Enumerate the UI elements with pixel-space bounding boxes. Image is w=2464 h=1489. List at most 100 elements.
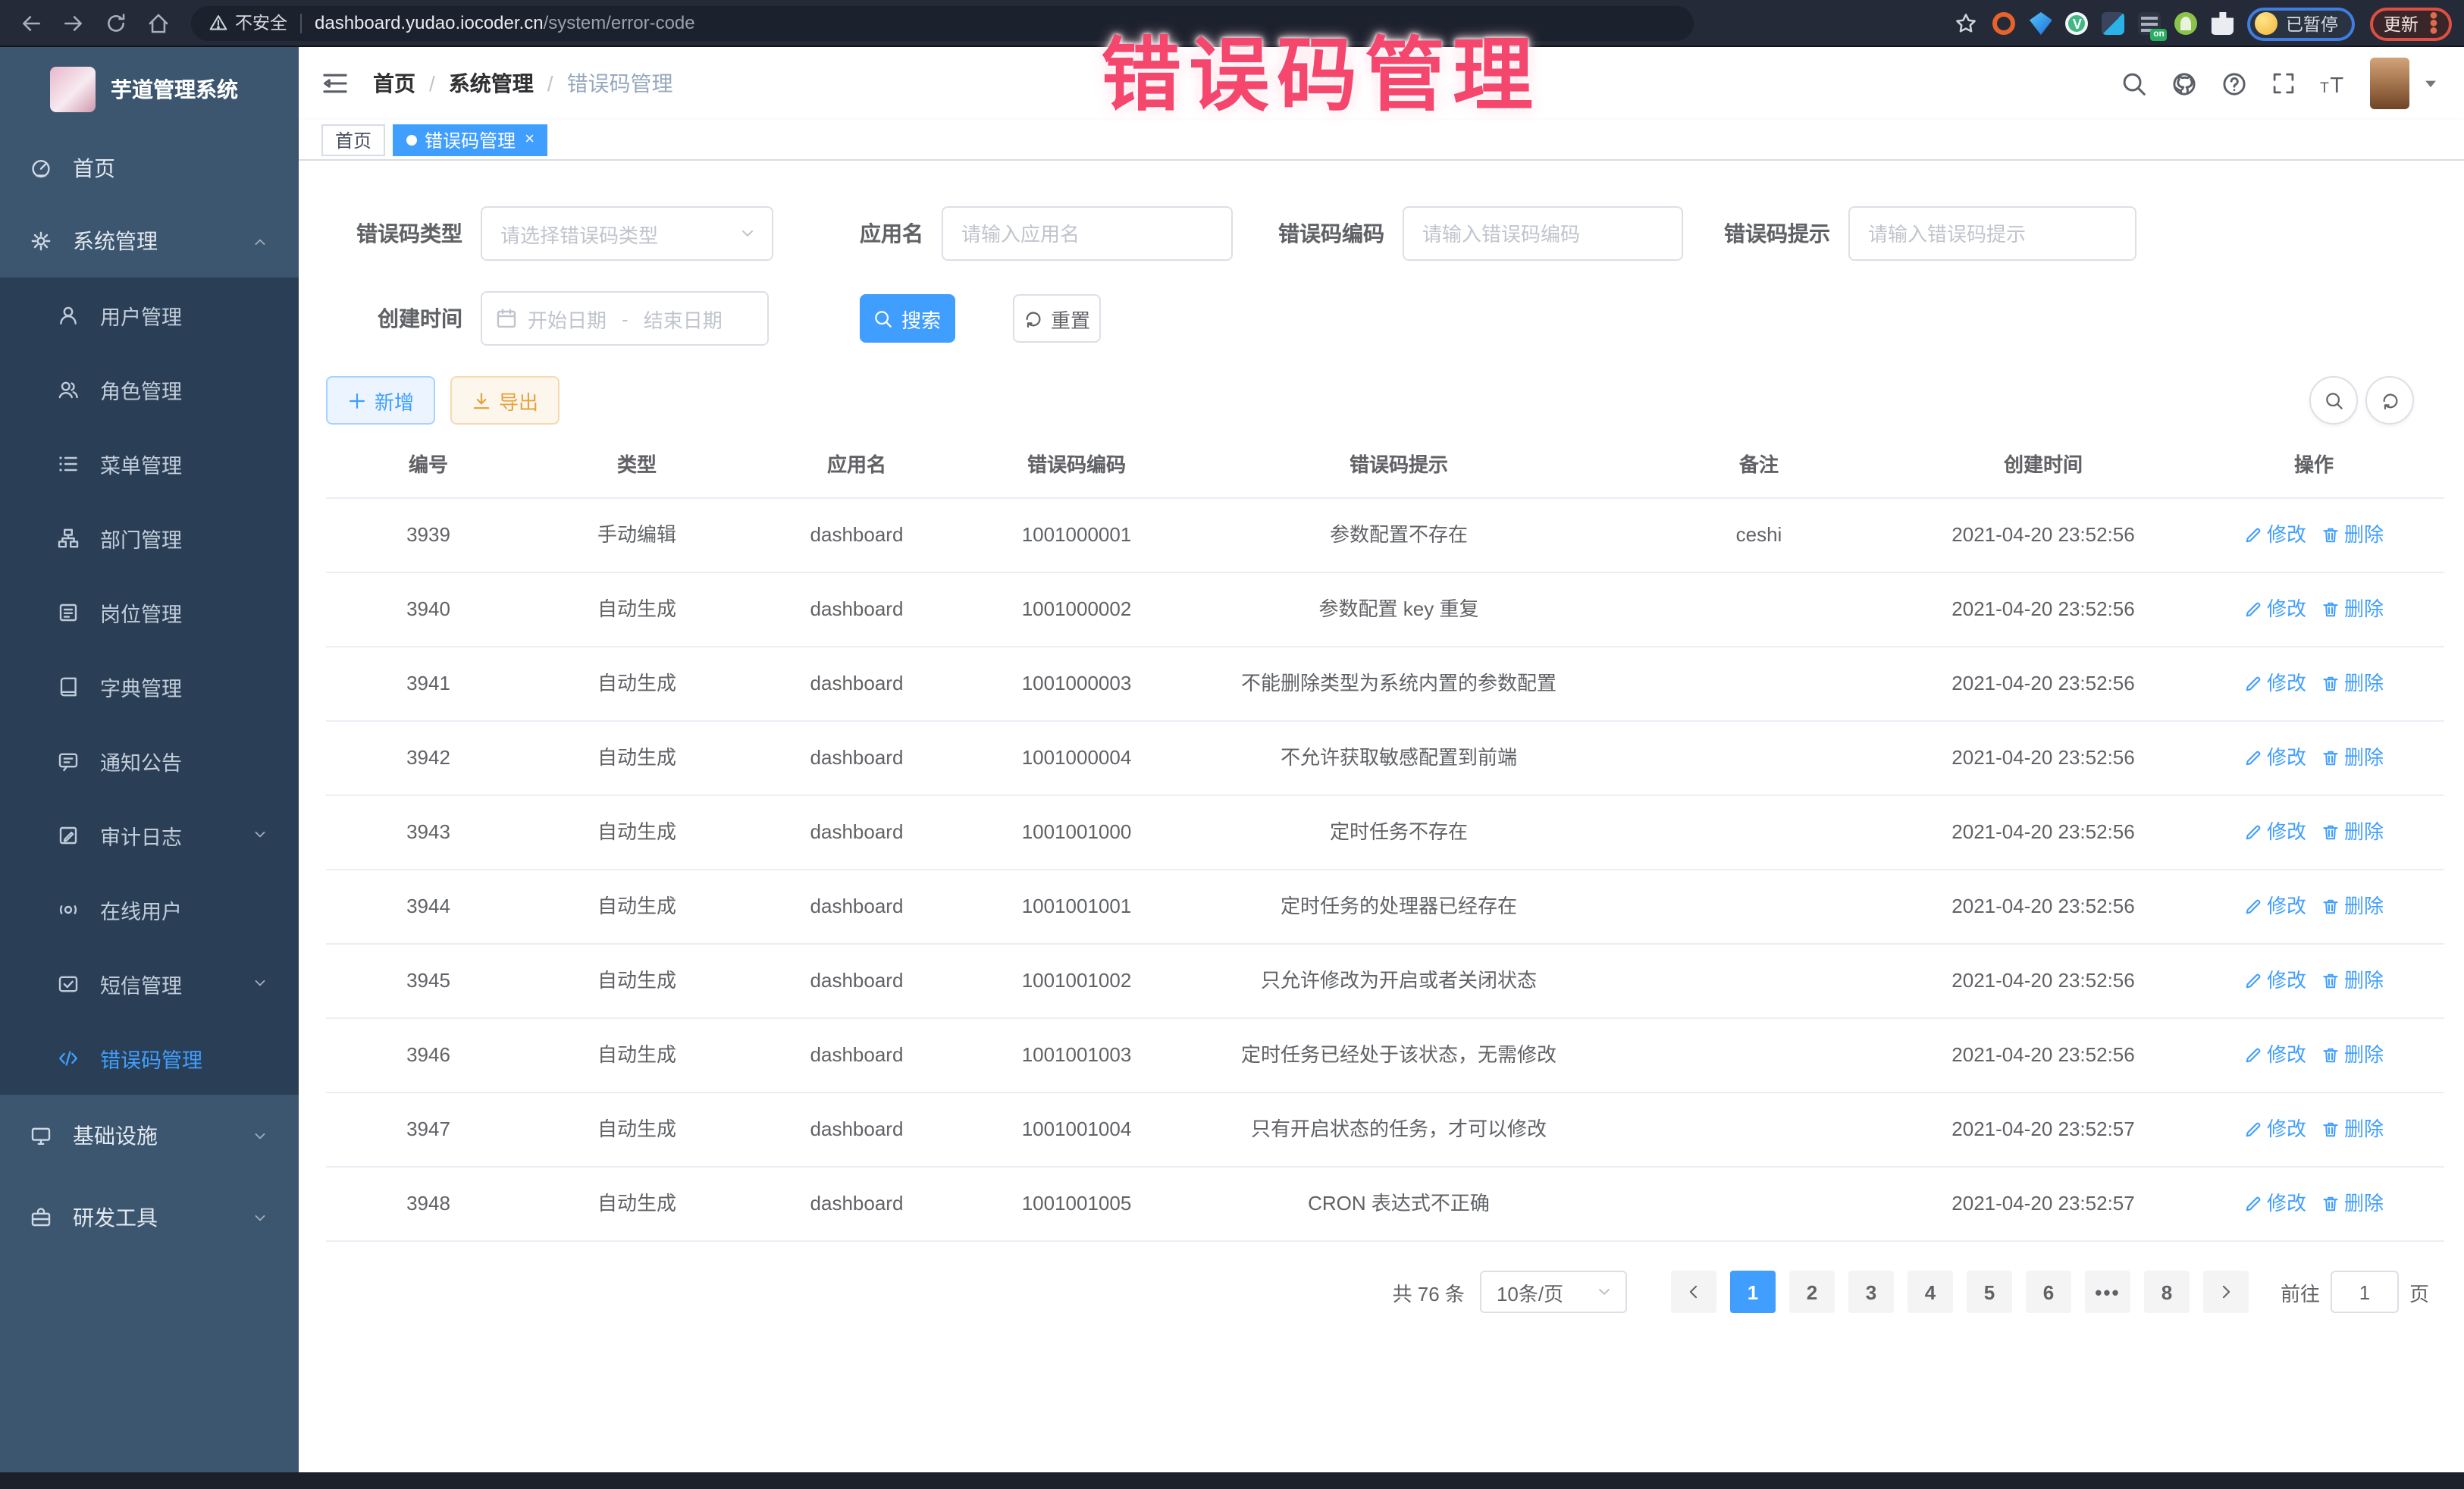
github-icon[interactable]: [2171, 71, 2197, 96]
filter-label-create-time: 创建时间: [326, 303, 462, 334]
forward-icon[interactable]: [62, 11, 85, 34]
docs-help-icon[interactable]: [2221, 71, 2247, 96]
browser-update-button[interactable]: 更新 ●●●: [2370, 7, 2452, 40]
delete-link[interactable]: 删除: [2321, 967, 2384, 995]
hide-search-button[interactable]: [2309, 376, 2358, 425]
cell-编号: 3940: [326, 573, 531, 646]
bookmark-star-icon[interactable]: [1955, 12, 1978, 35]
extensions-puzzle-icon[interactable]: [2212, 12, 2234, 35]
sidebar-item-部门管理[interactable]: 部门管理: [0, 500, 299, 575]
edit-link[interactable]: 修改: [2244, 1042, 2306, 1069]
delete-link[interactable]: 删除: [2321, 893, 2384, 920]
goto-page-input[interactable]: [2331, 1271, 2399, 1313]
error-type-select[interactable]: 请选择错误码类型: [481, 206, 773, 261]
tag-首页[interactable]: 首页: [321, 124, 385, 155]
delete-link[interactable]: 删除: [2321, 819, 2384, 846]
page-button-1[interactable]: 1: [1730, 1271, 1776, 1313]
fullscreen-icon[interactable]: [2271, 71, 2296, 96]
more-pages-button[interactable]: •••: [2085, 1271, 2130, 1313]
delete-link[interactable]: 删除: [2321, 1190, 2384, 1218]
edit-link[interactable]: 修改: [2244, 522, 2306, 549]
breadcrumb-item-系统管理[interactable]: 系统管理: [449, 68, 534, 99]
date-range-picker[interactable]: 开始日期 - 结束日期: [481, 291, 769, 346]
edit-link[interactable]: 修改: [2244, 1190, 2306, 1218]
breadcrumb-item-首页[interactable]: 首页: [373, 68, 415, 99]
extension-gem-icon[interactable]: [2030, 12, 2052, 35]
extension-list-icon[interactable]: on: [2139, 12, 2161, 35]
search-button[interactable]: 搜索: [860, 294, 955, 343]
sidebar-item-研发工具[interactable]: 研发工具: [0, 1177, 299, 1259]
sidebar-fold-icon[interactable]: [321, 70, 349, 97]
sidebar-item-用户管理[interactable]: 用户管理: [0, 277, 299, 352]
sidebar-item-在线用户[interactable]: 在线用户: [0, 872, 299, 946]
edit-link[interactable]: 修改: [2244, 1116, 2306, 1143]
sidebar-item-通知公告[interactable]: 通知公告: [0, 723, 299, 798]
error-code-input[interactable]: [1403, 206, 1683, 261]
edit-link[interactable]: 修改: [2244, 670, 2306, 697]
sidebar-item-菜单管理[interactable]: 菜单管理: [0, 426, 299, 500]
edit-link[interactable]: 修改: [2244, 596, 2306, 623]
page-button-8[interactable]: 8: [2144, 1271, 2190, 1313]
next-page-button[interactable]: [2203, 1271, 2249, 1313]
delete-link[interactable]: 删除: [2321, 670, 2384, 697]
error-msg-input[interactable]: [1848, 206, 2136, 261]
user-avatar[interactable]: [2370, 58, 2409, 109]
sidebar-item-错误码管理[interactable]: 错误码管理: [0, 1020, 299, 1095]
edit-link[interactable]: 修改: [2244, 967, 2306, 995]
refresh-table-button[interactable]: [2365, 376, 2414, 425]
address-bar[interactable]: 不安全 dashboard.yudao.iocoder.cn /system/e…: [191, 5, 1694, 40]
edit-link[interactable]: 修改: [2244, 819, 2306, 846]
extension-key-icon[interactable]: [2175, 12, 2198, 35]
reset-button[interactable]: 重置: [1013, 294, 1101, 343]
cell-编号: 3945: [326, 945, 531, 1017]
cell-备注: [1615, 884, 1903, 929]
add-button[interactable]: 新增: [326, 376, 435, 425]
export-button[interactable]: 导出: [450, 376, 560, 425]
sidebar-item-角色管理[interactable]: 角色管理: [0, 352, 299, 426]
sidebar-item-审计日志[interactable]: 审计日志: [0, 798, 299, 872]
sidebar-item-字典管理[interactable]: 字典管理: [0, 649, 299, 723]
chevron-down-icon: [252, 975, 268, 992]
page-size-select[interactable]: 10条/页: [1480, 1271, 1627, 1313]
edit-link[interactable]: 修改: [2244, 744, 2306, 772]
delete-link[interactable]: 删除: [2321, 1116, 2384, 1143]
edit-link[interactable]: 修改: [2244, 893, 2306, 920]
sidebar-item-首页[interactable]: 首页: [0, 132, 299, 205]
delete-link[interactable]: 删除: [2321, 744, 2384, 772]
home-icon[interactable]: [147, 11, 170, 34]
page-button-6[interactable]: 6: [2026, 1271, 2071, 1313]
close-icon[interactable]: ×: [525, 131, 534, 148]
extension-vue-icon[interactable]: V: [2066, 12, 2089, 35]
paused-profile-chip[interactable]: 已暂停: [2248, 7, 2355, 40]
extension-grid-icon[interactable]: [2102, 12, 2125, 35]
page-button-5[interactable]: 5: [1967, 1271, 2012, 1313]
sidebar-item-岗位管理[interactable]: 岗位管理: [0, 575, 299, 649]
delete-link[interactable]: 删除: [2321, 522, 2384, 549]
cell-备注: [1615, 735, 1903, 781]
kebab-menu-icon[interactable]: ●●●: [2429, 12, 2438, 35]
page-button-2[interactable]: 2: [1789, 1271, 1835, 1313]
page-button-4[interactable]: 4: [1908, 1271, 1953, 1313]
sidebar-item-label: 首页: [73, 153, 115, 183]
delete-link[interactable]: 删除: [2321, 1042, 2384, 1069]
trash-icon: [2321, 749, 2340, 767]
font-size-icon[interactable]: TT: [2320, 71, 2346, 96]
sidebar-item-系统管理[interactable]: 系统管理: [0, 205, 299, 277]
app-name-input[interactable]: [942, 206, 1233, 261]
cell-备注: [1615, 661, 1903, 707]
infrastructure-icon: [30, 1125, 52, 1146]
back-icon[interactable]: [20, 11, 42, 34]
app-logo[interactable]: 芋道管理系统: [0, 47, 299, 132]
trash-icon: [2321, 823, 2340, 842]
prev-page-button[interactable]: [1671, 1271, 1716, 1313]
reload-icon[interactable]: [105, 11, 127, 34]
header-search-icon[interactable]: [2121, 71, 2147, 96]
tag-错误码管理[interactable]: 错误码管理×: [393, 124, 548, 155]
sidebar-item-短信管理[interactable]: 短信管理: [0, 946, 299, 1020]
page-button-3[interactable]: 3: [1848, 1271, 1894, 1313]
cell-编号: 3943: [326, 796, 531, 869]
sidebar-item-基础设施[interactable]: 基础设施: [0, 1095, 299, 1177]
caret-down-icon[interactable]: [2422, 74, 2440, 92]
delete-link[interactable]: 删除: [2321, 596, 2384, 623]
extension-orange-icon[interactable]: [1993, 12, 2016, 35]
